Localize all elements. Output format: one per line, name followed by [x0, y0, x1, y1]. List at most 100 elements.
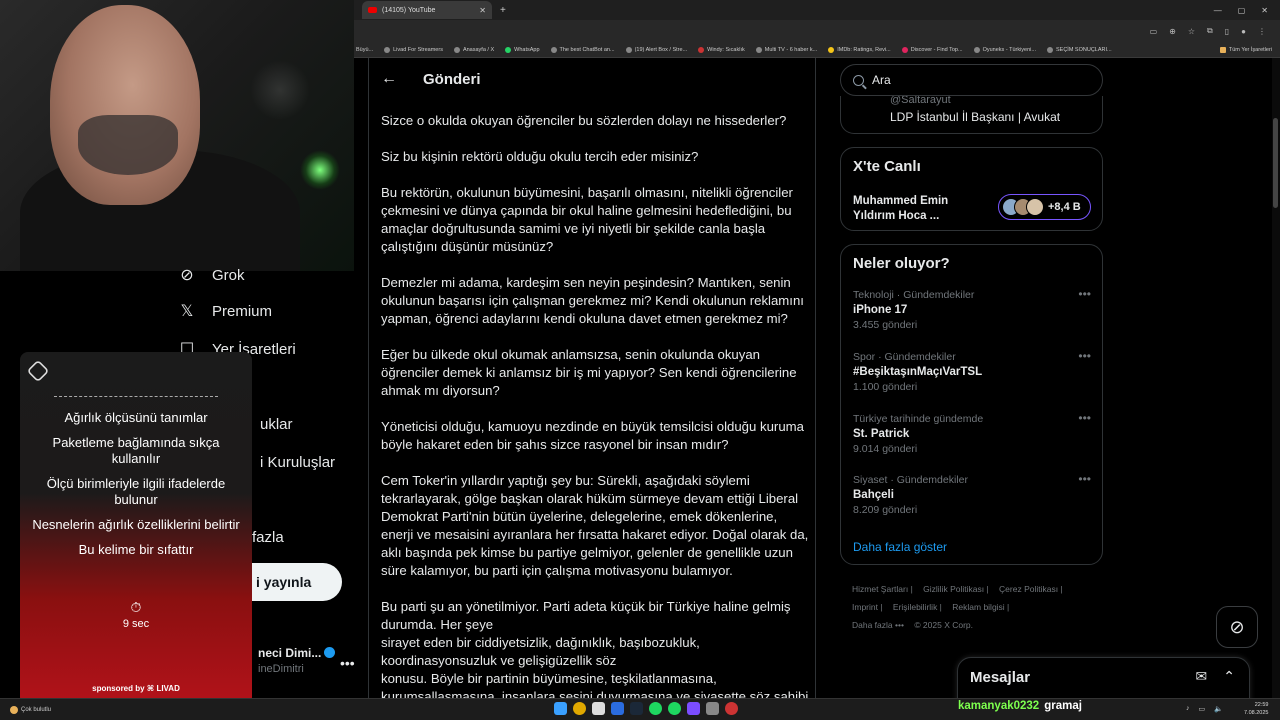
chrome-icon[interactable]: [573, 702, 586, 715]
page-scrollbar[interactable]: [1272, 58, 1280, 698]
cast-icon[interactable]: ▭: [1150, 27, 1158, 36]
bookmark-item[interactable]: Oyuneks - Türkiyeni...: [973, 46, 1036, 53]
account-more-icon[interactable]: •••: [340, 655, 355, 671]
trend-item[interactable]: Siyaset · Gündemdekiler Bahçeli 8.209 gö…: [853, 472, 1093, 516]
more-icon[interactable]: •••: [1078, 287, 1091, 301]
footer-link[interactable]: Erişilebilirlik |: [893, 602, 942, 612]
show-more-link[interactable]: Daha fazla göster: [853, 540, 947, 554]
streamer-head: [50, 5, 200, 205]
star-icon[interactable]: ☆: [1188, 27, 1195, 36]
settings-icon[interactable]: [706, 702, 719, 715]
compose-message-icon[interactable]: ✉: [1196, 668, 1208, 685]
footer-link[interactable]: Daha fazla •••: [852, 620, 904, 630]
search-input[interactable]: Ara: [840, 64, 1103, 96]
tab-title: (14105) YouTube: [382, 6, 436, 14]
new-tab-button[interactable]: +: [500, 5, 506, 16]
minimize-button[interactable]: —: [1214, 6, 1222, 15]
browser-tab[interactable]: (14105) YouTube ✕: [362, 1, 492, 19]
bookmark-item[interactable]: The best ChatBot an...: [550, 46, 615, 53]
obs-icon[interactable]: [687, 702, 700, 715]
maximize-button[interactable]: ▢: [1238, 6, 1246, 15]
bookmark-icon: [384, 46, 391, 53]
start-icon[interactable]: [554, 702, 567, 715]
system-clock[interactable]: 22:59 7.08.2025: [1244, 701, 1268, 717]
green-light: [300, 150, 340, 190]
bookmark-item[interactable]: SEÇİM SONUÇLARI...: [1046, 46, 1112, 53]
footer-links: Hizmet Şartları | Gizlilik Politikası | …: [852, 580, 1102, 634]
bookmark-item[interactable]: IMDb: Ratings, Revi...: [828, 46, 891, 53]
x-logo-icon: [453, 46, 460, 53]
trend-item[interactable]: Teknoloji · Gündemdekiler iPhone 17 3.45…: [853, 287, 1093, 331]
footer-link[interactable]: Reklam bilgisi |: [952, 602, 1009, 612]
grok-icon[interactable]: ⊘: [1216, 606, 1258, 648]
app-icon[interactable]: [611, 702, 624, 715]
clue-item: Paketleme bağlamında sıkça kullanılır: [52, 435, 220, 466]
post-line: Bu parti şu an yönetilmiyor. Parti adeta…: [381, 599, 791, 632]
divider: [54, 396, 218, 397]
close-window-button[interactable]: ✕: [1261, 6, 1268, 15]
live-host[interactable]: Muhammed Emin Yıldırım Hoca ...: [853, 194, 973, 224]
bookmark-item[interactable]: (19) Alert Box / Stre...: [625, 46, 687, 53]
post-line: kurumsallaşmasına, insanlara sesini duyu…: [381, 689, 809, 698]
bookmark-item[interactable]: Anasayfa / X: [453, 46, 494, 53]
all-bookmarks[interactable]: Tüm Yer İşaretleri: [1219, 46, 1280, 53]
bookmark-item[interactable]: Multi TV - 6 haber k...: [755, 46, 817, 53]
page-title: Gönderi: [423, 71, 481, 88]
live-title: X'te Canlı: [853, 158, 921, 175]
volume-icon[interactable]: 🔈: [1214, 705, 1223, 713]
scroll-thumb[interactable]: [1273, 118, 1278, 208]
mic-icon[interactable]: ♪: [1186, 705, 1190, 713]
extensions-icon[interactable]: ⧉: [1207, 26, 1213, 36]
nav-item-lists[interactable]: uklar: [260, 416, 293, 433]
bookmark-item[interactable]: Livad For Streamers: [384, 46, 443, 53]
oyuneks-icon: [973, 46, 980, 53]
grok-icon: ⊘: [180, 267, 194, 284]
app-icon[interactable]: [725, 702, 738, 715]
alert-box-icon: [625, 46, 632, 53]
expand-icon[interactable]: ⌃: [1223, 668, 1235, 685]
menu-icon[interactable]: ⋮: [1258, 27, 1266, 36]
file-explorer-icon[interactable]: [592, 702, 605, 715]
nav-item-premium[interactable]: 𝕏 Premium: [178, 302, 272, 321]
zoom-icon[interactable]: ⊕: [1169, 27, 1176, 36]
steam-icon[interactable]: [630, 702, 643, 715]
tab-close-icon[interactable]: ✕: [479, 6, 486, 15]
spotify-icon[interactable]: [668, 702, 681, 715]
nav-item-more[interactable]: fazla: [252, 529, 284, 546]
more-icon[interactable]: •••: [1078, 349, 1091, 363]
bookmarks-bar: Büyü... Livad For Streamers Anasayfa / X…: [354, 42, 1280, 58]
back-arrow-icon[interactable]: ←: [381, 70, 397, 88]
sidebar-icon[interactable]: ▯: [1225, 27, 1229, 36]
profile-card[interactable]: @Saltarayut LDP İstanbul İl Başkanı | Av…: [840, 94, 1103, 134]
background-light: [250, 60, 310, 120]
trend-item[interactable]: Türkiye tarihinde gündemde St. Patrick 9…: [853, 411, 1093, 455]
footer-link[interactable]: Çerez Politikası |: [999, 584, 1063, 594]
messages-title: Mesajlar: [970, 669, 1031, 686]
bookmark-item[interactable]: Windy: Sıcaklık: [698, 46, 745, 53]
more-icon[interactable]: •••: [1078, 411, 1091, 425]
listener-count: +8,4 B: [1048, 201, 1081, 213]
post-line: konusu. Böyle bir partinin büyümesine, t…: [381, 671, 717, 686]
spotify-icon[interactable]: [649, 702, 662, 715]
election-icon: [1046, 46, 1053, 53]
footer-link[interactable]: Imprint |: [852, 602, 883, 612]
more-icon[interactable]: •••: [1078, 472, 1091, 486]
copyright: © 2025 X Corp.: [914, 620, 974, 630]
bookmark-item[interactable]: Discover - Find Top...: [901, 46, 963, 53]
bookmark-item[interactable]: Büyü...: [356, 47, 373, 53]
nav-item-organizations[interactable]: i Kuruluşlar: [260, 454, 335, 471]
bookmark-item[interactable]: WhatsApp: [505, 46, 540, 53]
post-header: ← Gönderi: [369, 58, 815, 102]
profile-icon[interactable]: ●: [1241, 27, 1246, 36]
live-listeners-pill[interactable]: +8,4 B: [998, 194, 1091, 220]
address-bar[interactable]: ▭ ⊕ ☆ ⧉ ▯ ● ⋮: [354, 20, 1280, 42]
network-icon[interactable]: ▭: [1199, 705, 1206, 713]
sponsor-label: sponsored by ⌘ LIVAD: [92, 684, 180, 693]
nav-item-grok[interactable]: ⊘ Grok: [178, 266, 244, 285]
screen: (14105) YouTube ✕ + — ▢ ✕ ▭ ⊕ ☆ ⧉ ▯ ● ⋮ …: [0, 0, 1280, 720]
trend-item[interactable]: Spor · Gündemdekiler #BeşiktaşınMaçıVarT…: [853, 349, 1093, 393]
weather-widget[interactable]: Çok bulutlu: [10, 706, 51, 714]
window-controls: — ▢ ✕: [1214, 6, 1280, 15]
footer-link[interactable]: Hizmet Şartları |: [852, 584, 913, 594]
footer-link[interactable]: Gizlilik Politikası |: [923, 584, 989, 594]
